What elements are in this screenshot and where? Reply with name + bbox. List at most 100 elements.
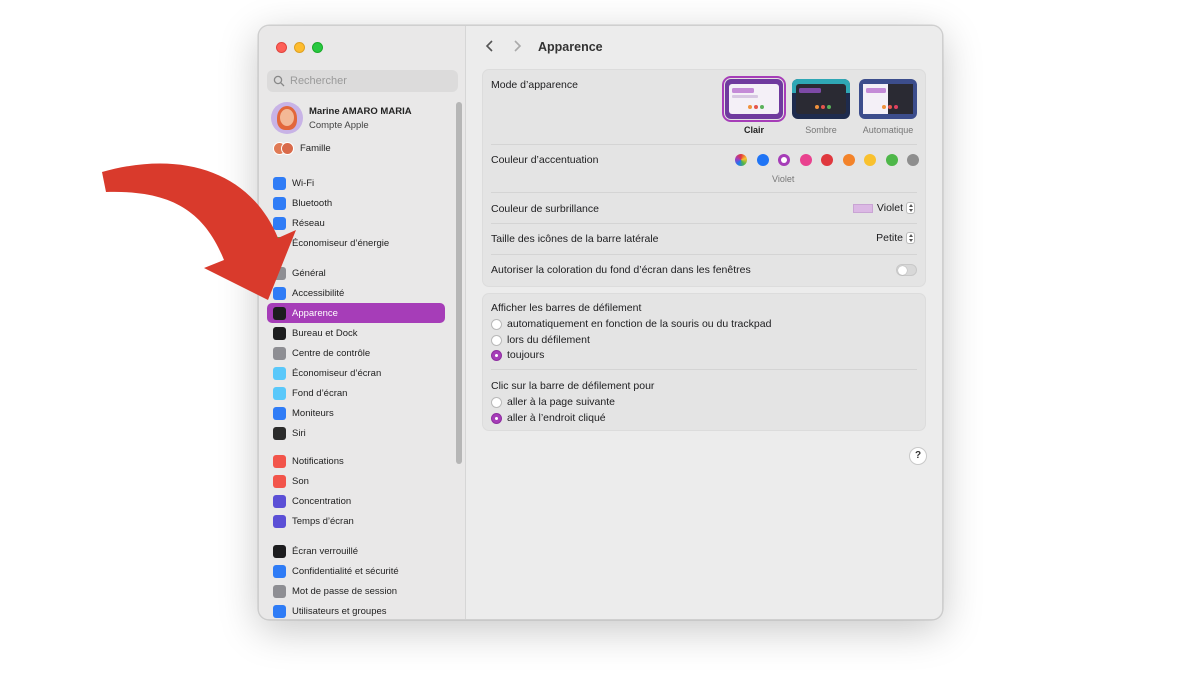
apple-account[interactable]: Marine AMARO MARIA Compte Apple	[271, 102, 412, 134]
radio-click-jump[interactable]: aller à l’endroit cliqué	[491, 412, 606, 424]
sidebar-item-family[interactable]: Famille	[273, 142, 331, 155]
tinting-toggle[interactable]	[896, 264, 917, 276]
display-icon	[273, 406, 286, 420]
sidebar-item-siri[interactable]: Siri	[267, 423, 445, 443]
sidebar-item-notifications[interactable]: Notifications	[267, 451, 445, 471]
theme-dark-thumbnail[interactable]	[792, 79, 850, 119]
sidebar-item-label: Centre de contrôle	[292, 347, 371, 359]
sidebar-item-lock-screen[interactable]: Écran verrouillé	[267, 541, 445, 561]
sidebar-scrollbar[interactable]	[456, 102, 462, 464]
family-avatar	[281, 142, 294, 155]
radio-label: lors du défilement	[507, 334, 590, 346]
zoom-window-button[interactable]	[312, 42, 323, 53]
theme-dark-label: Sombre	[805, 125, 837, 135]
radio-label: aller à l’endroit cliqué	[507, 412, 606, 424]
sidebar-icon-size-popup[interactable]: Petite	[876, 232, 915, 244]
theme-light-label: Clair	[743, 125, 764, 135]
accent-swatch[interactable]	[735, 154, 747, 166]
sidebar-item-focus[interactable]: Concentration	[267, 491, 445, 511]
sidebar-item-control-center[interactable]: Centre de contrôle	[267, 343, 445, 363]
sidebar-item-label: Écran verrouillé	[292, 545, 358, 557]
sidebar-item-label: Confidentialité et sécurité	[292, 565, 399, 577]
dock-icon	[273, 326, 286, 340]
users-icon	[273, 604, 286, 618]
sidebar-item-label: Son	[292, 475, 309, 487]
theme-light-thumbnail[interactable]	[722, 76, 786, 122]
sidebar-item-label: Concentration	[292, 495, 352, 507]
sidebar-item-privacy[interactable]: Confidentialité et sécurité	[267, 561, 445, 581]
radio-dot	[491, 396, 502, 408]
account-subtitle: Compte Apple	[309, 119, 369, 131]
sidebar-item-dock[interactable]: Bureau et Dock	[267, 323, 445, 343]
sidebar-item-bluetooth[interactable]: Bluetooth	[267, 193, 445, 213]
radio-dot	[491, 412, 502, 424]
radio-show-always[interactable]: toujours	[491, 349, 544, 361]
sidebar-item-sound[interactable]: Son	[267, 471, 445, 491]
sidebar-item-label: Moniteurs	[292, 407, 334, 419]
radio-show-scrolling[interactable]: lors du défilement	[491, 334, 590, 346]
sidebar-item-battery[interactable]: Économiseur d’énergie	[267, 233, 445, 253]
avatar	[271, 102, 303, 134]
radio-dot	[491, 349, 502, 361]
accent-swatch[interactable]	[907, 154, 919, 166]
page-title: Apparence	[538, 40, 603, 54]
sidebar-item-label: Économiseur d’écran	[292, 367, 382, 379]
radio-dot	[491, 334, 502, 346]
notifications-icon	[273, 454, 286, 468]
accent-swatch[interactable]	[799, 154, 812, 166]
sidebar-item-wifi[interactable]: Wi-Fi	[267, 173, 445, 193]
back-button[interactable]	[483, 39, 497, 53]
accent-swatch[interactable]	[842, 154, 855, 166]
radio-click-next-page[interactable]: aller à la page suivante	[491, 396, 615, 408]
sidebar-item-network[interactable]: Réseau	[267, 213, 445, 233]
accent-swatch[interactable]	[756, 154, 769, 166]
help-button[interactable]: ?	[909, 447, 927, 465]
search-input[interactable]	[290, 75, 450, 87]
highlight-value: Violet	[876, 202, 903, 214]
sidebar-item-display[interactable]: Moniteurs	[267, 403, 445, 423]
sidebar-item-users[interactable]: Utilisateurs et groupes	[267, 601, 445, 619]
accent-label: Couleur d’accentuation	[491, 154, 599, 166]
wifi-icon	[273, 176, 286, 190]
screensaver-icon	[273, 366, 286, 380]
search-field[interactable]	[267, 70, 458, 92]
forward-button[interactable]	[510, 39, 524, 53]
sidebar-item-gear[interactable]: Général	[267, 263, 445, 283]
sidebar-item-label: Siri	[292, 427, 306, 439]
sidebar-item-label: Bluetooth	[292, 197, 333, 209]
appearance-icon	[273, 306, 286, 320]
screen-time-icon	[273, 514, 286, 528]
close-window-button[interactable]	[276, 42, 287, 53]
show-scrollbars-label: Afficher les barres de défilement	[491, 302, 642, 314]
sidebar-item-screen-time[interactable]: Temps d’écran	[267, 511, 445, 531]
sidebar-item-password[interactable]: Mot de passe de session	[267, 581, 445, 601]
mode-label: Mode d’apparence	[491, 79, 578, 91]
sidebar-item-label: Notifications	[292, 455, 344, 467]
sidebar-item-label: Mot de passe de session	[292, 585, 398, 597]
sidebar-item-accessibility[interactable]: Accessibilité	[267, 283, 445, 303]
network-icon	[273, 216, 286, 230]
radio-label: aller à la page suivante	[507, 396, 615, 408]
sidebar: Marine AMARO MARIA Compte Apple Famille …	[259, 26, 466, 619]
appearance-card: Mode d’apparence Clair Sombre Automatiqu…	[482, 69, 926, 287]
accent-swatch[interactable]	[864, 154, 876, 166]
sidebar-item-wallpaper[interactable]: Fond d’écran	[267, 383, 445, 403]
accent-swatch[interactable]	[885, 154, 898, 166]
sidebar-item-label: Temps d’écran	[292, 515, 354, 527]
wallpaper-icon	[273, 386, 286, 400]
theme-auto-thumbnail[interactable]	[859, 79, 917, 119]
siri-icon	[273, 426, 286, 440]
search-icon	[273, 75, 285, 87]
sidebar-item-label: Apparence	[292, 307, 338, 319]
sidebar-item-appearance[interactable]: Apparence	[267, 303, 445, 323]
bluetooth-icon	[273, 196, 286, 210]
accent-swatch[interactable]	[821, 154, 833, 166]
minimize-window-button[interactable]	[294, 42, 305, 53]
sidebar-item-label: Réseau	[292, 217, 325, 229]
sidebar-item-screensaver[interactable]: Économiseur d’écran	[267, 363, 445, 383]
theme-auto-label: Automatique	[862, 125, 914, 135]
accent-swatch[interactable]	[778, 154, 790, 166]
radio-show-auto[interactable]: automatiquement en fonction de la souris…	[491, 318, 771, 330]
sidebar-item-label: Fond d’écran	[292, 387, 348, 399]
highlight-popup[interactable]: Violet	[852, 202, 915, 214]
